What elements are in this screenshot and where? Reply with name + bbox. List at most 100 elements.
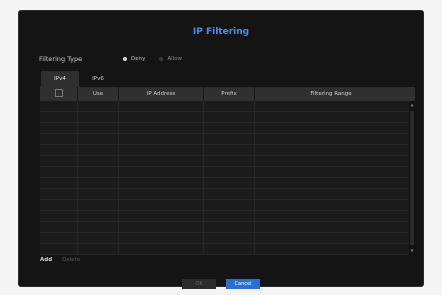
table-row[interactable] bbox=[40, 134, 415, 145]
table-cell bbox=[40, 200, 78, 210]
table-cell bbox=[204, 178, 255, 188]
table-cell bbox=[255, 101, 407, 111]
table-row[interactable] bbox=[40, 233, 415, 244]
table-cell bbox=[204, 211, 255, 221]
table-cell bbox=[119, 222, 204, 232]
radio-allow-label: Allow bbox=[167, 56, 183, 62]
table-cell bbox=[78, 189, 119, 199]
add-button[interactable]: Add bbox=[40, 257, 52, 263]
table-row[interactable] bbox=[40, 101, 415, 112]
table-cell bbox=[204, 145, 255, 155]
table-row[interactable] bbox=[40, 178, 415, 189]
table-cell bbox=[204, 222, 255, 232]
table-cell bbox=[255, 189, 407, 199]
table-cell bbox=[255, 112, 407, 122]
table-row[interactable] bbox=[40, 244, 415, 255]
radio-selected-icon bbox=[123, 57, 127, 61]
table-cell bbox=[40, 189, 78, 199]
table-header: Use IP Address Prefix Filtering Range bbox=[40, 87, 415, 101]
table-cell bbox=[255, 123, 407, 133]
table-cell bbox=[119, 244, 204, 254]
tab-ipv4[interactable]: IPv4 bbox=[41, 71, 79, 88]
tab-ipv6[interactable]: IPv6 bbox=[79, 71, 117, 88]
table-cell bbox=[78, 167, 119, 177]
table-cell bbox=[78, 112, 119, 122]
table-row[interactable] bbox=[40, 211, 415, 222]
table-cell bbox=[78, 200, 119, 210]
filtering-type-label: Filtering Type bbox=[39, 55, 83, 63]
table-cell bbox=[204, 156, 255, 166]
table-cell bbox=[78, 156, 119, 166]
table-cell bbox=[40, 134, 78, 144]
scroll-thumb[interactable] bbox=[410, 111, 414, 245]
table-cell bbox=[78, 134, 119, 144]
table-cell bbox=[255, 222, 407, 232]
header-use[interactable]: Use bbox=[78, 87, 119, 101]
header-filtering-range[interactable]: Filtering Range bbox=[255, 87, 407, 101]
table-cell bbox=[255, 200, 407, 210]
table-cell bbox=[204, 233, 255, 243]
ip-version-tabs: IPv4 IPv6 bbox=[41, 71, 117, 88]
table-row[interactable] bbox=[40, 200, 415, 211]
table-cell bbox=[40, 123, 78, 133]
table-cell bbox=[78, 101, 119, 111]
table-row[interactable] bbox=[40, 112, 415, 123]
table-cell bbox=[119, 211, 204, 221]
table-cell bbox=[255, 145, 407, 155]
table-cell bbox=[40, 222, 78, 232]
radio-deny-label: Deny bbox=[131, 56, 146, 62]
table-cell bbox=[119, 178, 204, 188]
table-cell bbox=[255, 134, 407, 144]
table-cell bbox=[255, 244, 407, 254]
table-body bbox=[40, 101, 415, 255]
delete-button[interactable]: Delete bbox=[62, 257, 80, 263]
table-row[interactable] bbox=[40, 145, 415, 156]
table-cell bbox=[119, 156, 204, 166]
header-prefix[interactable]: Prefix bbox=[204, 87, 255, 101]
table-cell bbox=[119, 200, 204, 210]
header-ip-address[interactable]: IP Address bbox=[119, 87, 204, 101]
table-cell bbox=[204, 167, 255, 177]
scroll-down-icon[interactable]: ▼ bbox=[409, 247, 415, 255]
radio-deny[interactable]: Deny bbox=[123, 56, 145, 62]
table-cell bbox=[119, 112, 204, 122]
table-actions: Add Delete bbox=[40, 257, 90, 263]
table-cell bbox=[78, 233, 119, 243]
table-cell bbox=[119, 134, 204, 144]
table-cell bbox=[255, 167, 407, 177]
ok-button[interactable]: OK bbox=[182, 279, 216, 289]
table-cell bbox=[255, 178, 407, 188]
table-cell bbox=[78, 244, 119, 254]
table-cell bbox=[204, 200, 255, 210]
table-cell bbox=[40, 145, 78, 155]
cancel-button[interactable]: Cancel bbox=[226, 279, 260, 289]
table-cell bbox=[119, 145, 204, 155]
table-cell bbox=[40, 244, 78, 254]
select-all-checkbox[interactable] bbox=[54, 89, 63, 97]
table-cell bbox=[119, 189, 204, 199]
table-cell bbox=[204, 123, 255, 133]
dialog-title: IP Filtering bbox=[192, 27, 250, 37]
table-scrollbar[interactable]: ▲ ▼ bbox=[409, 101, 415, 255]
header-select-all[interactable] bbox=[40, 87, 78, 101]
table-cell bbox=[119, 101, 204, 111]
table-cell bbox=[78, 211, 119, 221]
radio-unselected-icon bbox=[159, 57, 164, 61]
table-cell bbox=[78, 123, 119, 133]
table-cell bbox=[78, 178, 119, 188]
scroll-up-icon[interactable]: ▲ bbox=[409, 101, 415, 109]
table-cell bbox=[40, 167, 78, 177]
radio-allow[interactable]: Allow bbox=[159, 56, 182, 62]
table-cell bbox=[78, 222, 119, 232]
table-cell bbox=[119, 167, 204, 177]
table-row[interactable] bbox=[40, 123, 415, 134]
table-row[interactable] bbox=[40, 156, 415, 167]
table-row[interactable] bbox=[40, 189, 415, 200]
table-cell bbox=[40, 233, 78, 243]
table-cell bbox=[40, 112, 78, 122]
table-row[interactable] bbox=[40, 167, 415, 178]
filtering-type-row: Filtering Type Deny Allow bbox=[39, 53, 196, 65]
ip-filter-table: Use IP Address Prefix Filtering Range ▲ … bbox=[40, 87, 415, 255]
table-row[interactable] bbox=[40, 222, 415, 233]
table-cell bbox=[204, 244, 255, 254]
